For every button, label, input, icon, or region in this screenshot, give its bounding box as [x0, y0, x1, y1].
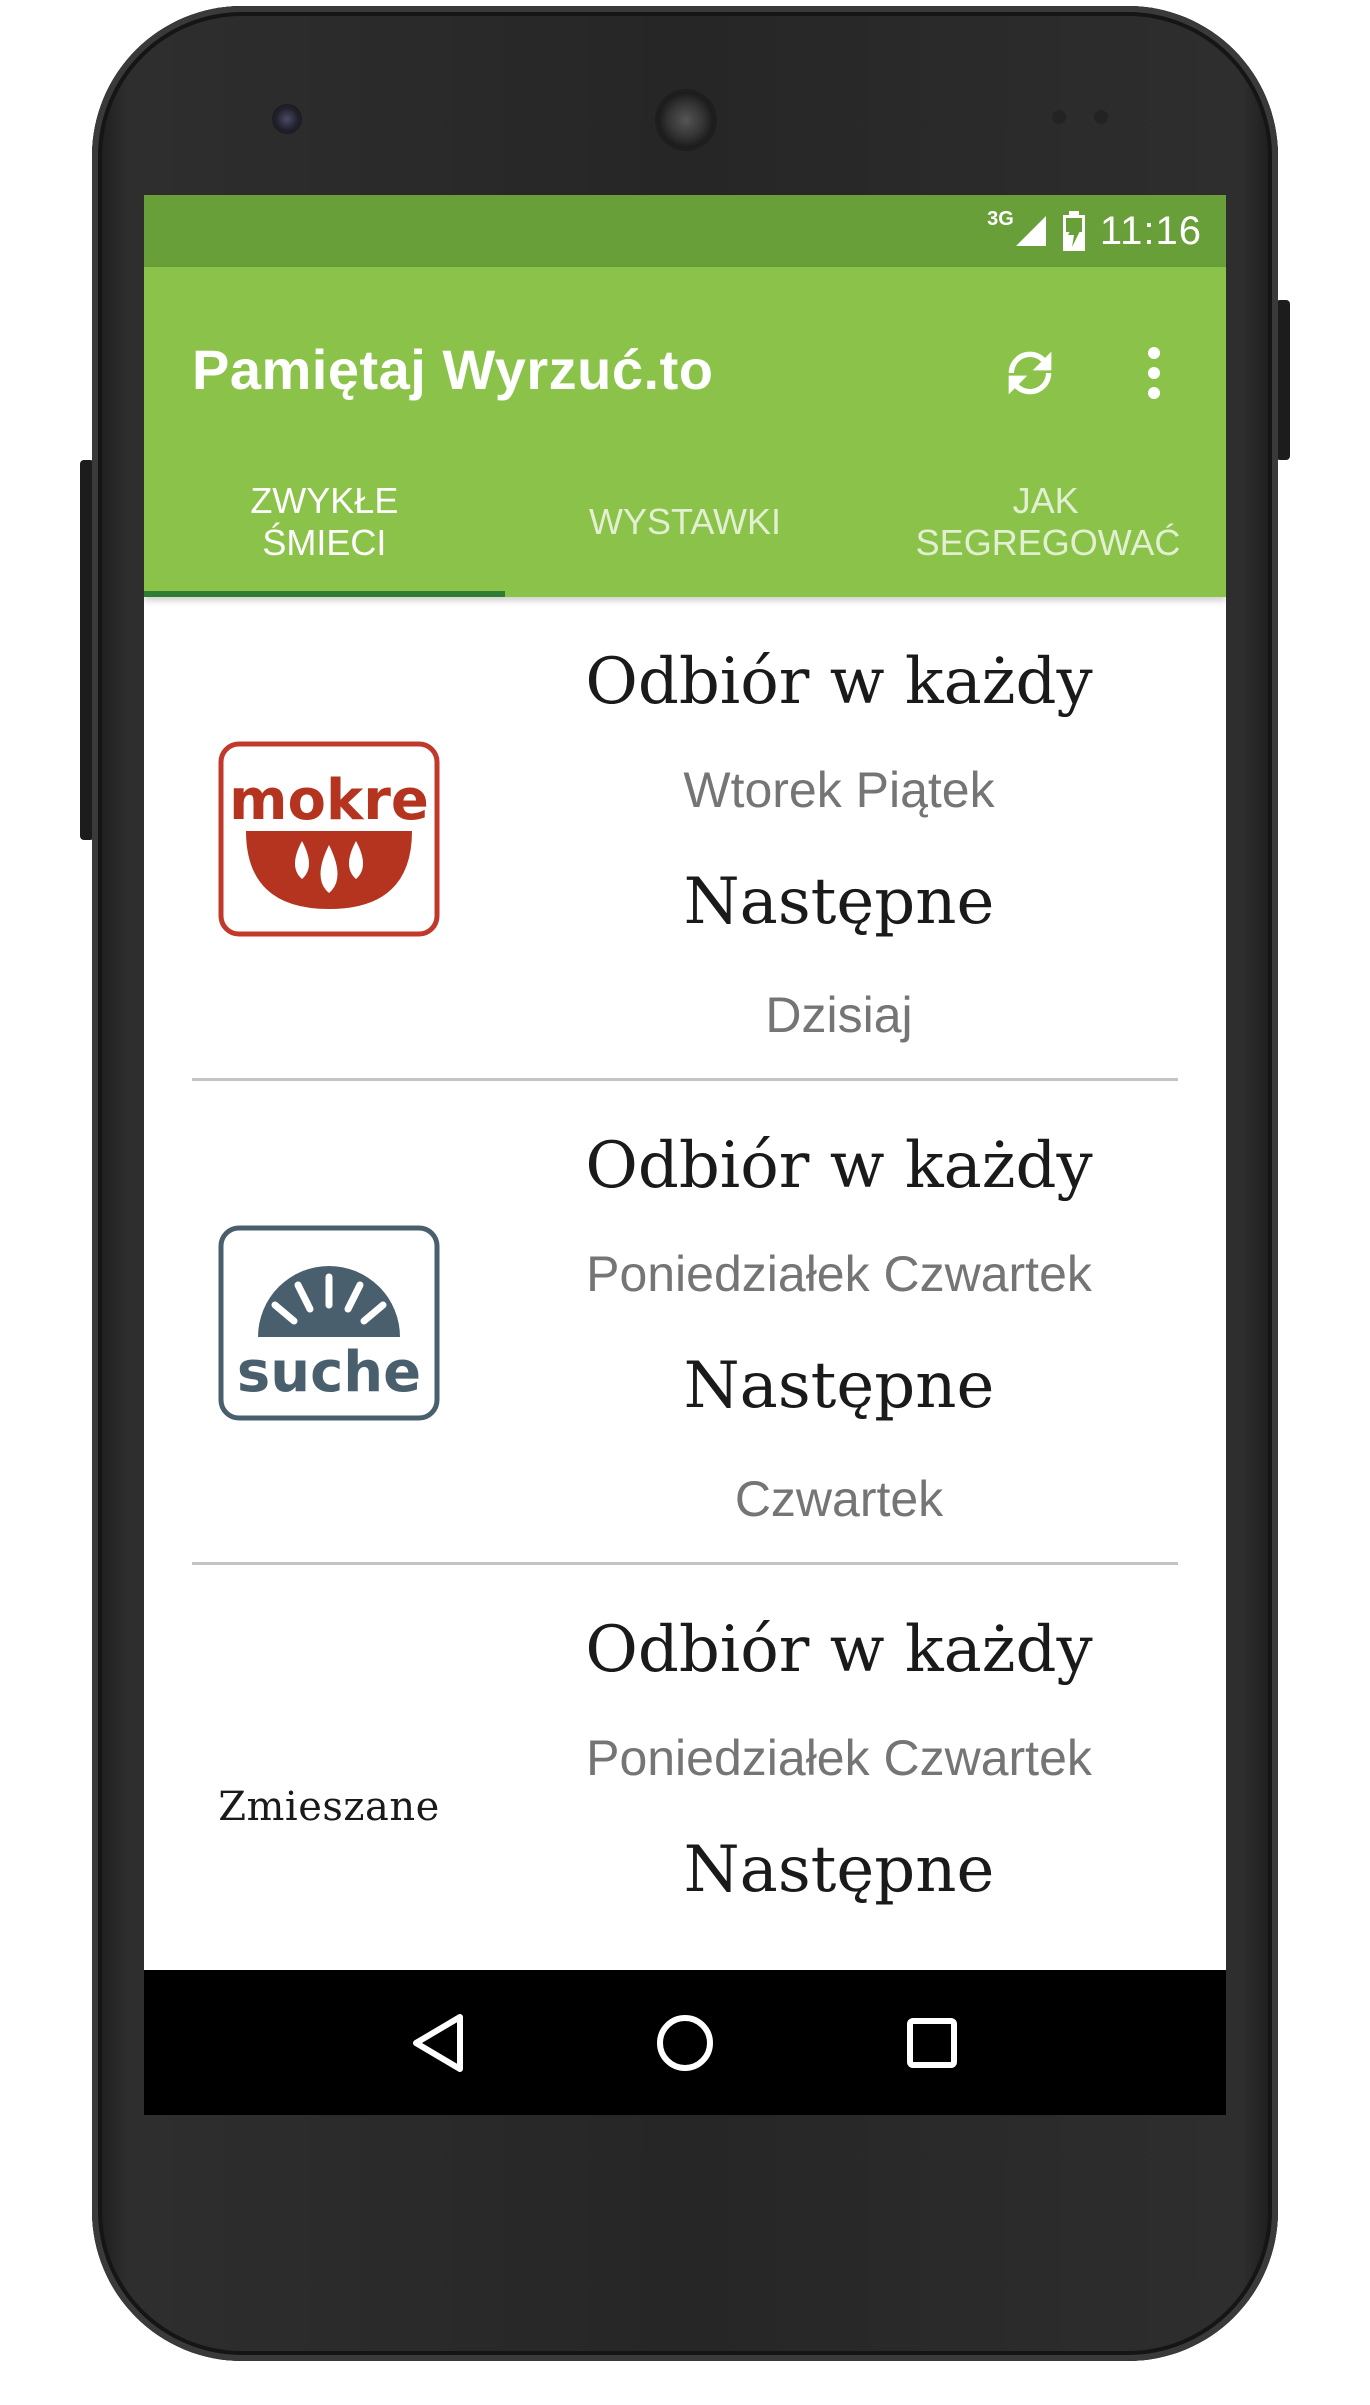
status-clock: 11:16	[1099, 208, 1202, 253]
tab-label: JAK SEGREGOWAĆ	[915, 480, 1181, 563]
tab-jak-segregowac[interactable]: JAK SEGREGOWAĆ	[865, 447, 1226, 597]
mokre-logo: mokre	[204, 597, 454, 1081]
light-sensor	[1094, 110, 1108, 124]
recents-icon[interactable]	[887, 1998, 977, 2088]
mokre-logo-text: mokre	[229, 768, 429, 833]
list-item[interactable]: suche Odbiór w każdy Poniedziałek Czwart…	[144, 1081, 1226, 1565]
pickup-heading: Odbiór w każdy	[585, 1613, 1093, 1687]
waste-schedule-list: mokre Odbiór w każdy Wtorek Piątek Nastę…	[144, 597, 1226, 2049]
network-type-label: 3G	[987, 207, 1014, 230]
next-heading: Następne	[683, 865, 995, 939]
app-toolbar: Pamiętaj Wyrzuć.to ZWYKŁE ŚMIECI WYSTAWK…	[144, 267, 1226, 597]
pickup-heading: Odbiór w każdy	[585, 1129, 1093, 1203]
proximity-sensor	[1052, 110, 1066, 124]
app-title: Pamiętaj Wyrzuć.to	[192, 338, 714, 401]
system-nav-bar	[144, 1970, 1226, 2115]
earpiece-speaker	[658, 92, 714, 148]
tab-zwykle-smieci[interactable]: ZWYKŁE ŚMIECI	[144, 447, 505, 597]
next-pickup-value: Dzisiaj	[765, 987, 913, 1043]
home-icon[interactable]	[640, 1998, 730, 2088]
phone-screen: 3G 11:16 Pamiętaj Wyrzuć.to ZWYKŁE ŚMIEC…	[144, 195, 1226, 2115]
tab-label: ZWYKŁE ŚMIECI	[250, 480, 399, 563]
front-camera	[272, 104, 302, 134]
pickup-days: Wtorek Piątek	[683, 762, 995, 818]
suche-logo: suche	[204, 1081, 454, 1565]
pickup-days: Poniedziałek Czwartek	[586, 1246, 1092, 1302]
status-bar: 3G 11:16	[144, 195, 1226, 267]
next-pickup-value: Czwartek	[734, 1471, 944, 1527]
next-heading: Następne	[683, 1833, 995, 1907]
next-heading: Następne	[683, 1349, 995, 1423]
tab-bar: ZWYKŁE ŚMIECI WYSTAWKI JAK SEGREGOWAĆ	[144, 447, 1226, 597]
signal-icon	[1014, 214, 1048, 248]
tab-wystawki[interactable]: WYSTAWKI	[505, 447, 866, 597]
tab-label: WYSTAWKI	[589, 501, 781, 542]
product-stage: 3G 11:16 Pamiętaj Wyrzuć.to ZWYKŁE ŚMIEC…	[0, 0, 1370, 2405]
zmieszane-text: Zmieszane	[218, 1784, 440, 1830]
refresh-icon[interactable]	[982, 325, 1078, 421]
status-indicators: 3G 11:16	[987, 195, 1202, 267]
power-button	[1276, 300, 1290, 460]
suche-logo-text: suche	[237, 1340, 421, 1405]
list-item[interactable]: mokre Odbiór w każdy Wtorek Piątek Nastę…	[144, 597, 1226, 1081]
back-icon[interactable]	[393, 1998, 483, 2088]
pickup-heading: Odbiór w każdy	[585, 645, 1093, 719]
pickup-days: Poniedziałek Czwartek	[586, 1730, 1092, 1786]
more-vert-icon[interactable]	[1114, 325, 1194, 421]
battery-charging-icon	[1062, 211, 1086, 251]
